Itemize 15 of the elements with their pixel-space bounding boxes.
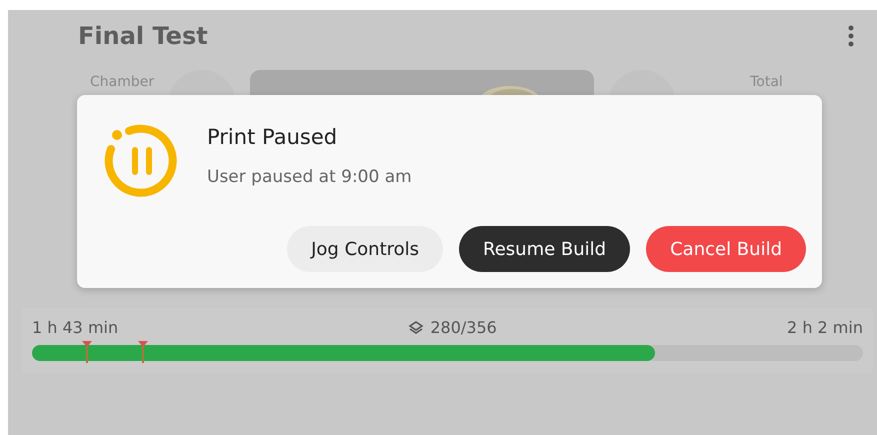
pause-marker-icon xyxy=(82,341,92,363)
remaining-time: 2 h 2 min xyxy=(787,318,863,337)
dialog-button[interactable]: Cancel Build xyxy=(646,226,806,272)
print-title: Final Test xyxy=(78,22,208,50)
dialog-button[interactable]: Resume Build xyxy=(459,226,630,272)
dialog-message: User paused at 9:00 am xyxy=(207,167,412,187)
elapsed-time: 1 h 43 min xyxy=(32,318,118,337)
layers-icon xyxy=(408,320,424,336)
total-label: Total xyxy=(750,74,783,90)
chamber-label: Chamber xyxy=(90,74,154,90)
dialog-title: Print Paused xyxy=(207,125,338,149)
pause-marker-icon xyxy=(138,341,148,363)
dialog-button[interactable]: Jog Controls xyxy=(287,226,444,272)
more-icon[interactable] xyxy=(847,25,855,47)
layer-count: 280/356 xyxy=(430,318,497,337)
